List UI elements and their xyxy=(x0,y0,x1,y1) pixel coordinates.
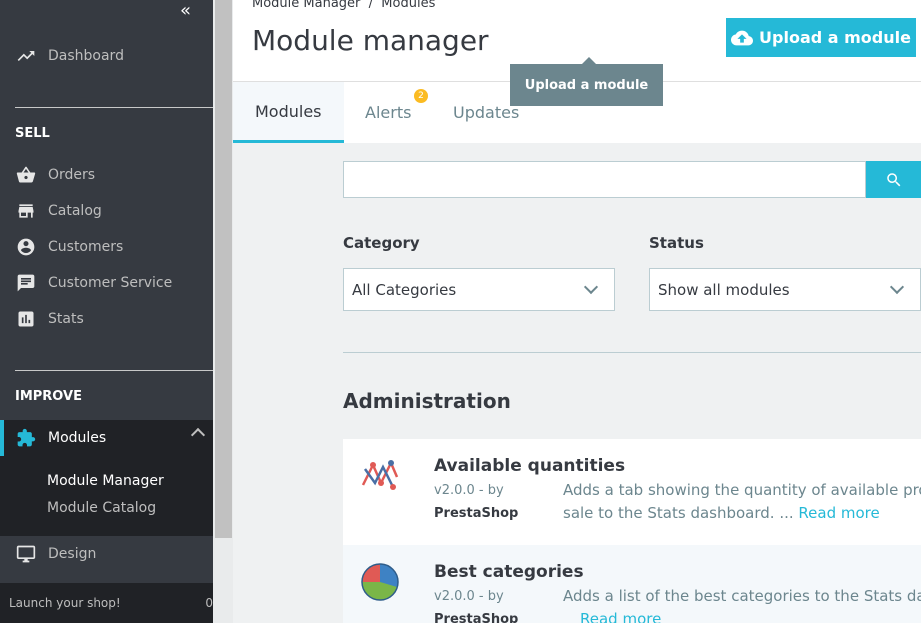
category-heading: Administration xyxy=(343,389,511,413)
status-select-value: Show all modules xyxy=(658,281,790,299)
module-description: Adds a list of the best categories to th… xyxy=(563,585,921,623)
upload-tooltip: Upload a module xyxy=(510,57,663,106)
tab-modules[interactable]: Modules xyxy=(233,82,344,143)
account-circle-icon xyxy=(16,237,36,257)
desktop-icon xyxy=(16,544,36,564)
description-line: Adds a tab showing the quantity of avail… xyxy=(563,481,921,499)
page-title: Module manager xyxy=(252,24,489,57)
sidebar-item-customers[interactable]: Customers xyxy=(0,229,213,265)
trending-up-icon xyxy=(16,46,36,66)
launch-shop-text: Launch your shop! xyxy=(9,596,121,610)
divider xyxy=(15,107,213,108)
submenu-item-module-catalog[interactable]: Module Catalog xyxy=(47,500,156,516)
cloud-upload-icon xyxy=(731,30,754,45)
chevron-up-icon xyxy=(190,427,206,443)
sidebar-item-dashboard[interactable]: Dashboard xyxy=(0,38,213,74)
sidebar-item-orders[interactable]: Orders xyxy=(0,157,213,193)
launch-shop-count: 0 xyxy=(205,596,213,610)
read-more-link[interactable]: Read more xyxy=(798,504,879,522)
sidebar-item-stats[interactable]: Stats xyxy=(0,301,213,337)
sidebar-item-label: Orders xyxy=(48,167,96,183)
sidebar-item-label: Dashboard xyxy=(48,48,124,64)
section-title-improve: IMPROVE xyxy=(15,389,82,404)
category-select-value: All Categories xyxy=(352,281,457,299)
stats-line-chart-icon xyxy=(361,460,399,490)
tab-label: Modules xyxy=(255,101,322,121)
sidebar-item-label: Design xyxy=(48,546,97,562)
module-card[interactable]: Best categories v2.0.0 - by PrestaShop A… xyxy=(343,545,921,623)
module-author: PrestaShop xyxy=(434,612,519,623)
search-input[interactable] xyxy=(343,161,866,198)
tab-label: Alerts xyxy=(365,103,412,122)
status-label: Status xyxy=(649,234,704,252)
submenu-item-module-manager[interactable]: Module Manager xyxy=(47,473,164,489)
modules-submenu: Module Manager Module Catalog xyxy=(0,456,213,536)
bar-chart-icon xyxy=(16,309,36,329)
sidebar-item-catalog[interactable]: Catalog xyxy=(0,193,213,229)
collapse-sidebar-icon[interactable]: « xyxy=(180,0,191,21)
sidebar-item-label: Modules xyxy=(48,430,107,446)
module-author: PrestaShop xyxy=(434,506,519,521)
chevron-down-icon xyxy=(583,279,599,295)
sidebar-item-label: Stats xyxy=(48,311,84,327)
search-button[interactable] xyxy=(866,161,921,198)
module-name: Available quantities xyxy=(434,456,626,476)
module-version: v2.0.0 - by xyxy=(434,483,504,498)
upload-module-label: Upload a module xyxy=(759,28,911,47)
module-description: Adds a tab showing the quantity of avail… xyxy=(563,479,921,525)
sidebar-item-label: Customer Service xyxy=(48,275,173,291)
sidebar: « Dashboard SELL Orders Catalog Customer… xyxy=(0,0,213,623)
basket-icon xyxy=(16,165,36,185)
module-version: v2.0.0 - by xyxy=(434,589,504,604)
breadcrumb[interactable]: Module Manager / Modules xyxy=(252,0,435,11)
sidebar-item-label: Customers xyxy=(48,239,124,255)
module-name: Best categories xyxy=(434,562,584,582)
tab-alerts[interactable]: Alerts xyxy=(365,82,411,143)
sidebar-scrollbar-thumb[interactable] xyxy=(215,0,232,538)
chevron-down-icon xyxy=(889,279,905,295)
category-select[interactable]: All Categories xyxy=(343,268,615,311)
status-select[interactable]: Show all modules xyxy=(649,268,921,311)
chat-icon xyxy=(16,273,36,293)
sidebar-item-customer-service[interactable]: Customer Service xyxy=(0,265,213,301)
alerts-badge: 2 xyxy=(414,89,428,103)
description-text: sale to the Stats dashboard. ... xyxy=(563,504,794,522)
module-card[interactable]: Available quantities v2.0.0 - by PrestaS… xyxy=(343,439,921,545)
search-icon xyxy=(886,172,900,186)
divider xyxy=(343,352,921,353)
launch-shop-bar[interactable]: Launch your shop! 0 xyxy=(0,583,213,623)
description-line: Adds a list of the best categories to th… xyxy=(563,587,921,605)
description-line-2: sale to the Stats dashboard. ... Read mo… xyxy=(563,502,921,525)
description-line-2: Read more xyxy=(563,608,921,623)
puzzle-icon xyxy=(16,428,36,448)
pie-chart-icon xyxy=(361,563,399,601)
divider xyxy=(15,370,213,371)
read-more-link[interactable]: Read more xyxy=(580,610,661,623)
sidebar-item-label: Catalog xyxy=(48,203,102,219)
sidebar-item-modules[interactable]: Modules xyxy=(0,420,213,456)
category-label: Category xyxy=(343,234,420,252)
store-icon xyxy=(16,201,36,221)
upload-module-button[interactable]: Upload a module xyxy=(726,18,916,57)
section-title-sell: SELL xyxy=(15,126,50,141)
sidebar-item-design[interactable]: Design xyxy=(0,536,213,572)
